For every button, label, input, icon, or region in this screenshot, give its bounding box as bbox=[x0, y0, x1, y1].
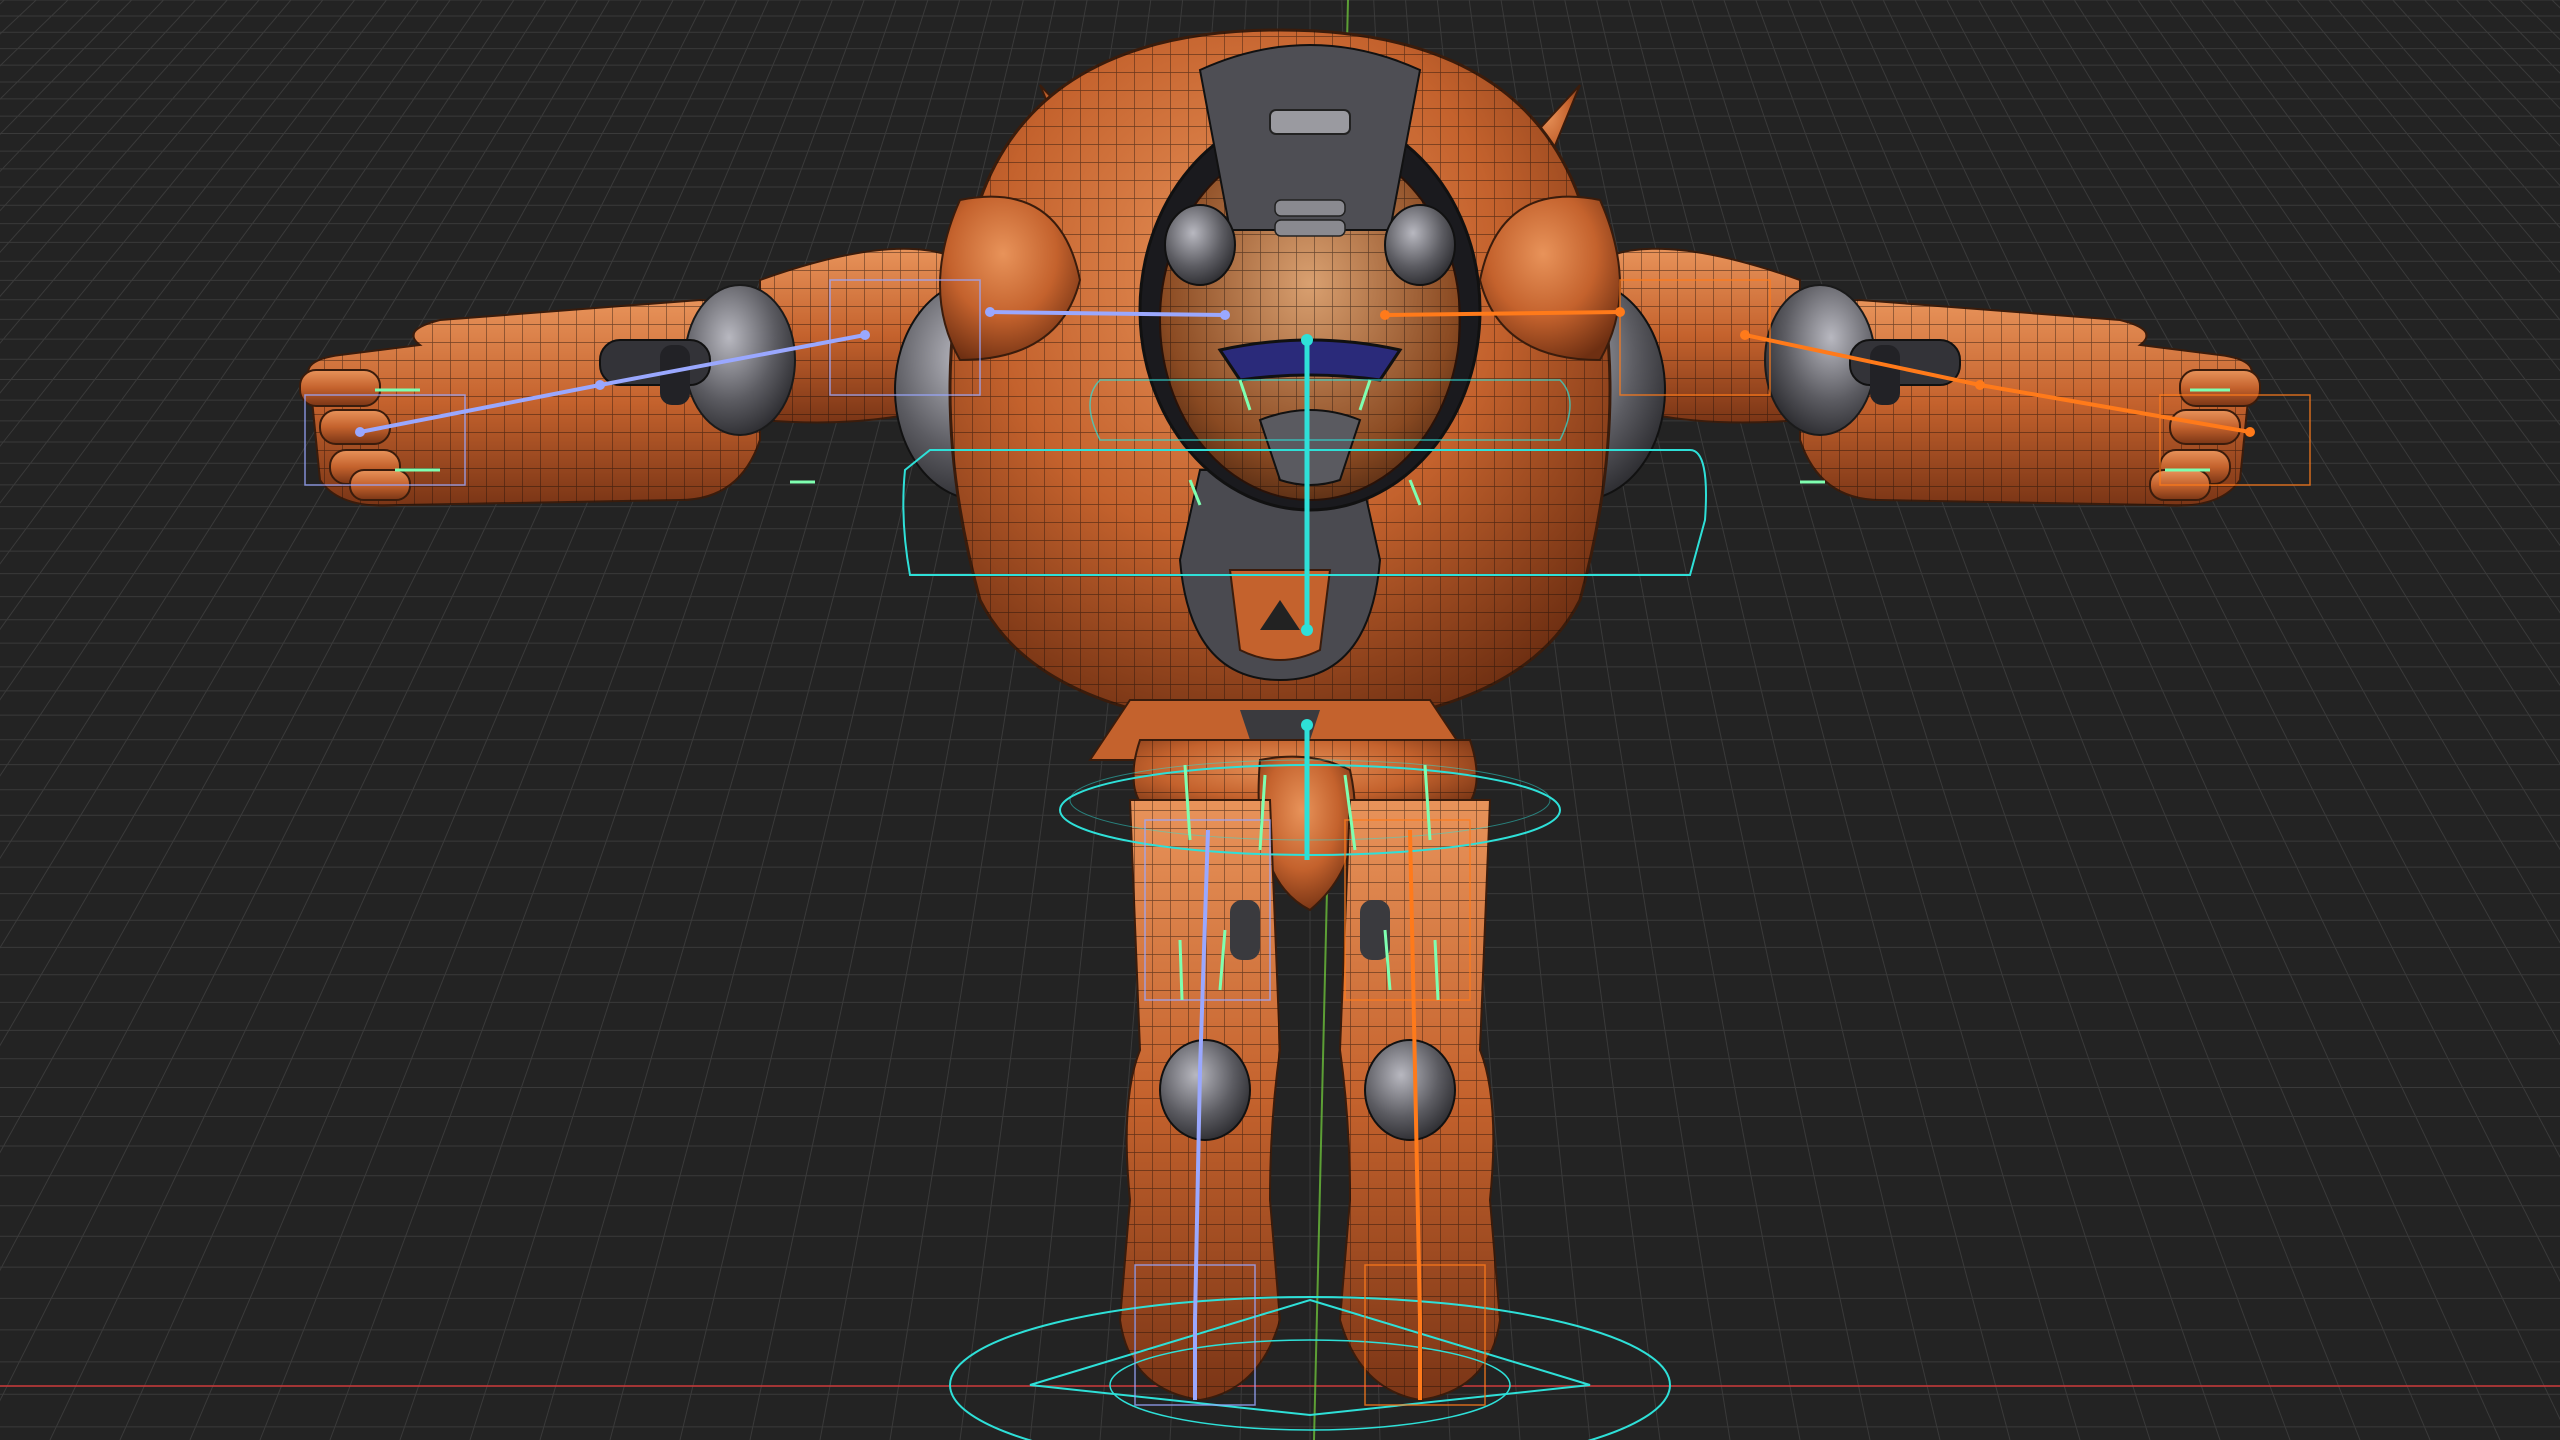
grid-line bbox=[1702, 0, 2560, 1440]
grid-line bbox=[2201, 0, 2560, 484]
grid-line bbox=[0, 0, 958, 1440]
grid-line bbox=[0, 0, 133, 136]
grid-line bbox=[0, 0, 950, 1440]
grid-line bbox=[2296, 0, 2560, 321]
grid-line bbox=[1686, 0, 2560, 1440]
grid-line bbox=[0, 0, 934, 1440]
left-knee-joint[interactable] bbox=[1159, 1039, 1251, 1141]
grid-line bbox=[0, 0, 292, 344]
grid-line bbox=[1630, 0, 2560, 1440]
grid-line bbox=[2519, 0, 2560, 41]
grid-line bbox=[0, 0, 260, 298]
grid-line bbox=[2360, 0, 2560, 229]
grid-line bbox=[1750, 0, 2560, 1440]
grid-line bbox=[2137, 0, 2560, 614]
grid-line bbox=[1790, 0, 2560, 1440]
3d-viewport[interactable] bbox=[0, 0, 2560, 1440]
grid-line bbox=[2551, 0, 2560, 9]
grid-line bbox=[0, 0, 101, 100]
right-arm[interactable] bbox=[1584, 247, 2261, 507]
grid-line bbox=[0, 0, 886, 1440]
grid-line bbox=[0, 0, 197, 212]
grid-line bbox=[2455, 0, 2560, 110]
grid-line bbox=[0, 0, 918, 1440]
grid-line bbox=[2392, 0, 2560, 187]
grid-line bbox=[1654, 0, 2560, 1440]
grid-line bbox=[1758, 0, 2560, 1440]
grid-line bbox=[1978, 0, 2560, 1046]
grid-line bbox=[0, 0, 910, 1440]
grid-line bbox=[0, 0, 228, 253]
grid-line bbox=[0, 0, 356, 447]
grid-line bbox=[0, 0, 846, 1440]
grid-line bbox=[0, 0, 515, 777]
grid-line bbox=[0, 0, 6, 5]
grid-line bbox=[0, 0, 419, 565]
grid-line bbox=[2423, 0, 2560, 147]
grid-line bbox=[2264, 0, 2560, 372]
grid-line bbox=[0, 0, 854, 1440]
grid-line bbox=[0, 0, 69, 67]
grid-line bbox=[0, 0, 830, 1440]
grid-line bbox=[0, 0, 483, 701]
grid-line bbox=[1766, 0, 2560, 1440]
grid-line bbox=[1670, 0, 2560, 1440]
grid-line bbox=[1914, 0, 2560, 1283]
grid-line bbox=[1718, 0, 2560, 1440]
grid-line bbox=[2232, 0, 2560, 426]
grid-line bbox=[2328, 0, 2560, 274]
grid-line bbox=[0, 0, 894, 1440]
grid-line bbox=[1710, 0, 2560, 1440]
grid-line bbox=[2073, 0, 2560, 765]
grid-line bbox=[2169, 0, 2560, 547]
viewport-canvas[interactable] bbox=[0, 0, 2560, 1440]
grid-line bbox=[1646, 0, 2560, 1440]
grid-line bbox=[1734, 0, 2560, 1440]
grid-line bbox=[0, 0, 838, 1440]
grid-line bbox=[0, 0, 902, 1440]
grid-line bbox=[2487, 0, 2560, 74]
grid-line bbox=[0, 0, 862, 1440]
grid-line bbox=[0, 0, 974, 1440]
grid-line bbox=[1726, 0, 2560, 1440]
grid-line bbox=[1782, 0, 2560, 1440]
grid-line bbox=[0, 0, 870, 1440]
grid-line bbox=[0, 0, 451, 631]
grid-line bbox=[1774, 0, 2560, 1440]
grid-line bbox=[1662, 0, 2560, 1440]
grid-line bbox=[1678, 0, 2560, 1440]
grid-line bbox=[1946, 0, 2560, 1159]
eye-visor bbox=[1217, 338, 1403, 382]
right-knee-joint[interactable] bbox=[1364, 1039, 1456, 1141]
grid-line bbox=[1882, 0, 2560, 1421]
